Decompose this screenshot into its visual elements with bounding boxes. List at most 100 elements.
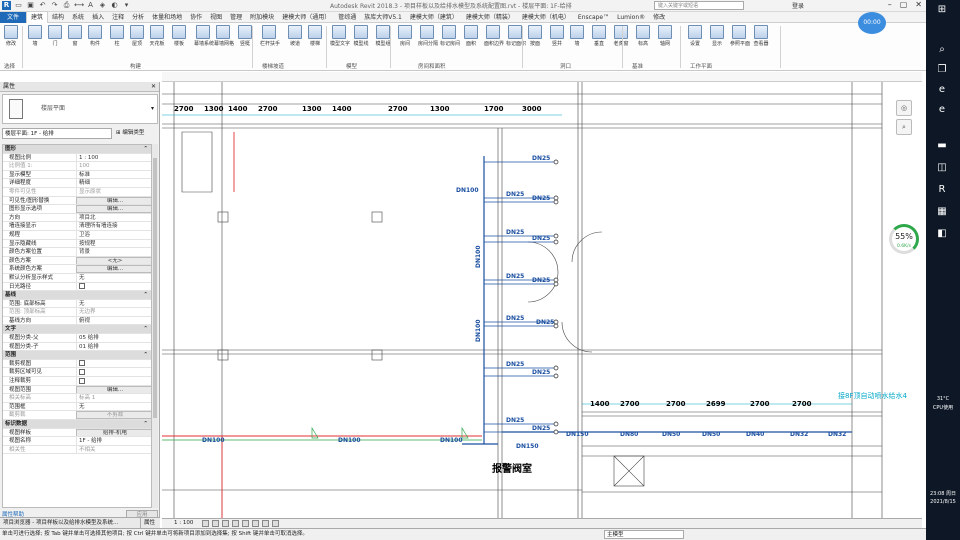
- ribbon-button-18[interactable]: 房间: [396, 25, 414, 47]
- property-group[interactable]: 范围 ⌃: [3, 351, 151, 360]
- pipe-size-label[interactable]: DN100: [202, 437, 225, 444]
- zoom-icon[interactable]: ⌕: [896, 119, 912, 135]
- property-checkbox[interactable]: [79, 377, 85, 384]
- property-row[interactable]: 相关性 不相关: [3, 445, 151, 455]
- ribbon-button-24[interactable]: 按面: [526, 25, 544, 47]
- open-icon[interactable]: ▭: [14, 1, 23, 10]
- ribbon-button-33[interactable]: 参照平面: [730, 25, 750, 47]
- tab-15[interactable]: 建模大师（建筑）: [406, 12, 462, 23]
- detail-level-icon[interactable]: [202, 520, 209, 527]
- sprinkler-head[interactable]: [553, 319, 559, 325]
- property-row[interactable]: 范围: 底部标高 无: [3, 299, 151, 309]
- property-group[interactable]: 基线 ⌃: [3, 291, 151, 300]
- property-row[interactable]: 颜色方案 <无>: [3, 256, 151, 266]
- ribbon-button-9[interactable]: 幕墙系统: [194, 25, 214, 47]
- pipe-size-label[interactable]: DN25: [506, 361, 524, 368]
- ribbon-button-3[interactable]: 窗: [66, 25, 84, 47]
- tab-11[interactable]: 附加模块: [246, 12, 278, 23]
- collapse-icon[interactable]: ⌃: [143, 145, 148, 153]
- properties-tab[interactable]: 属性: [139, 518, 158, 528]
- pipe-size-label[interactable]: DN25: [506, 417, 524, 424]
- ribbon-button-7[interactable]: 天花板: [148, 25, 166, 47]
- ribbon-panel-label[interactable]: 构建: [130, 62, 141, 70]
- property-row[interactable]: 视图样板 给排-机电: [3, 428, 151, 438]
- user-avatar[interactable]: 00:00: [858, 12, 886, 34]
- property-value[interactable]: 无边界: [76, 308, 151, 316]
- property-value[interactable]: [76, 368, 151, 377]
- ribbon-button-2[interactable]: 门: [46, 25, 64, 47]
- revit-icon[interactable]: R: [935, 184, 949, 196]
- property-value[interactable]: 1 : 100: [76, 153, 151, 162]
- ribbon-button-25[interactable]: 竖井: [548, 25, 566, 47]
- tab-2[interactable]: 结构: [48, 12, 68, 23]
- property-value[interactable]: 1F - 给排: [76, 437, 151, 445]
- ribbon-panel-label[interactable]: 选择: [4, 62, 15, 70]
- ribbon-button-0[interactable]: 修改: [2, 25, 20, 47]
- ribbon-button-20[interactable]: 标记房间: [440, 25, 460, 47]
- save-icon[interactable]: ▣: [26, 1, 35, 10]
- edit-type-button[interactable]: ⊞ 编辑类型: [116, 128, 144, 139]
- floor-plan-drawing[interactable]: 2700 1300 1400 2700 1300 1400 2700 1300 1700 3000…: [162, 82, 922, 518]
- property-row[interactable]: 显示模型 标准: [3, 170, 151, 180]
- property-group[interactable]: 文字 ⌃: [3, 325, 151, 335]
- dimension-label[interactable]: 2700: [666, 400, 686, 408]
- dimension-label[interactable]: 1300: [430, 105, 450, 113]
- ribbon-button-30[interactable]: 轴网: [656, 25, 674, 47]
- property-row[interactable]: 注释裁剪: [3, 377, 151, 386]
- property-value[interactable]: 俯视: [76, 316, 151, 325]
- ribbon-button-26[interactable]: 墙: [568, 25, 586, 47]
- room-label[interactable]: 报警阀室: [492, 462, 532, 475]
- property-row[interactable]: 视图比例 1 : 100: [3, 153, 151, 163]
- property-value[interactable]: 01 给排: [76, 342, 151, 351]
- sprinkler-head[interactable]: [553, 281, 559, 287]
- property-checkbox[interactable]: [79, 283, 85, 289]
- property-row[interactable]: 方向 项目北: [3, 213, 151, 223]
- pipe-size-label[interactable]: DN100: [440, 437, 463, 444]
- sprinkler-head[interactable]: [553, 421, 559, 427]
- property-edit-button[interactable]: 编辑...: [76, 196, 151, 205]
- ribbon-button-5[interactable]: 柱: [108, 25, 126, 47]
- pipe-size-label[interactable]: DN100: [475, 245, 482, 268]
- property-row[interactable]: 详细程度 精细: [3, 179, 151, 188]
- dimension-label[interactable]: 2700: [258, 105, 278, 113]
- section-icon[interactable]: ◐: [110, 1, 119, 10]
- pipe-size-label[interactable]: DN25: [536, 319, 554, 326]
- tab-16[interactable]: 建模大师（精装）: [462, 12, 518, 23]
- property-row[interactable]: 墙连接显示 清理所有墙连接: [3, 222, 151, 231]
- ribbon-button-15[interactable]: 模型文字: [330, 25, 350, 47]
- sprinkler-head[interactable]: [553, 365, 559, 371]
- tab-14[interactable]: 族库大师V5.1: [360, 12, 406, 23]
- tab-19[interactable]: Lumion®: [613, 12, 649, 23]
- steering-wheel-icon[interactable]: ◎: [896, 100, 912, 116]
- edge-browser-icon[interactable]: e: [935, 84, 949, 96]
- dimension-label[interactable]: 1400: [590, 400, 610, 408]
- ribbon-button-34[interactable]: 查看器: [752, 25, 770, 47]
- tab-12[interactable]: 建模大师（通用）: [278, 12, 334, 23]
- property-row[interactable]: 日光路径: [3, 282, 151, 292]
- dimension-label[interactable]: 2699: [706, 400, 726, 408]
- property-row[interactable]: 显示隐藏线 按规程: [3, 239, 151, 249]
- ribbon-button-29[interactable]: 标高: [634, 25, 652, 47]
- property-row[interactable]: 裁剪区域可见: [3, 368, 151, 378]
- pipe-size-label[interactable]: DN150: [566, 431, 589, 438]
- property-row[interactable]: 可见性/图形替换 编辑...: [3, 196, 151, 206]
- ribbon-button-8[interactable]: 楼板: [170, 25, 188, 47]
- drawing-canvas[interactable]: 2700 1300 1400 2700 1300 1400 2700 1300 1700 3000…: [162, 82, 922, 518]
- pipe-size-label[interactable]: DN100: [338, 437, 361, 444]
- ribbon-button-14[interactable]: 楼梯: [306, 25, 324, 47]
- reveal-hidden-icon[interactable]: [272, 520, 279, 527]
- ribbon-button-19[interactable]: 房间分隔: [418, 25, 438, 47]
- property-value[interactable]: 背景: [76, 248, 151, 256]
- property-value[interactable]: 100: [76, 162, 151, 170]
- outlook-icon[interactable]: ◫: [935, 162, 949, 174]
- sprinkler-head[interactable]: [553, 277, 559, 283]
- dimension-label[interactable]: 1400: [332, 105, 352, 113]
- property-row[interactable]: 图形显示选项 编辑...: [3, 205, 151, 214]
- property-row[interactable]: 视图分类-父 05 给排: [3, 334, 151, 343]
- property-edit-button[interactable]: 给排-机电: [76, 428, 151, 437]
- property-checkbox[interactable]: [79, 360, 85, 367]
- ribbon-button-12[interactable]: 栏杆扶手: [260, 25, 280, 47]
- collapse-icon[interactable]: ⌃: [143, 420, 148, 428]
- ribbon-button-13[interactable]: 坡道: [286, 25, 304, 47]
- ribbon-button-22[interactable]: 面积边界: [484, 25, 504, 47]
